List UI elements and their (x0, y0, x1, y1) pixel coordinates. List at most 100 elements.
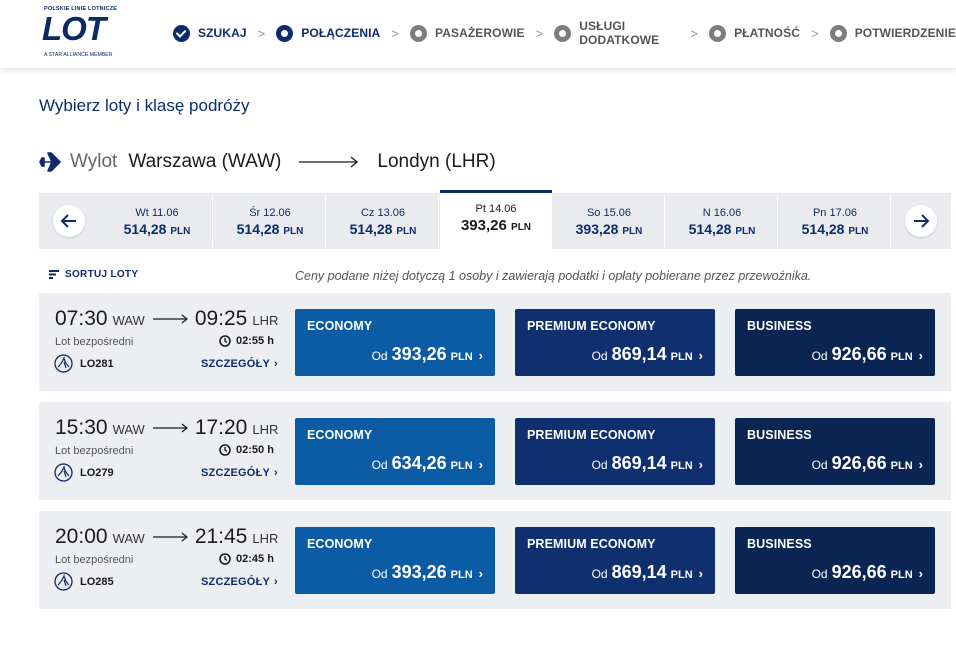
flight-details-link[interactable]: SZCZEGÓŁY › (201, 358, 278, 370)
chevron-right-icon: › (478, 348, 483, 363)
date-option[interactable]: N 16.06 514,28 PLN (666, 193, 778, 249)
date-option[interactable]: Cz 13.06 514,28 PLN (327, 193, 439, 249)
flight-details-link[interactable]: SZCZEGÓŁY › (201, 576, 278, 588)
date-price: 514,28 PLN (327, 221, 439, 237)
flight-duration: 02:45 h (219, 553, 274, 565)
fare-business-button[interactable]: BUSINESS Od 926,66 PLN › (735, 309, 935, 376)
date-option-selected[interactable]: Pt 14.06 393,26 PLN (440, 190, 552, 249)
date-option[interactable]: Pn 17.06 514,28 PLN (779, 193, 891, 249)
price-info-note: Ceny podane niżej dotyczą 1 osoby i zawi… (295, 269, 812, 283)
date-label: Śr 12.06 (249, 207, 291, 219)
clock-icon (219, 553, 231, 565)
fare-class: BUSINESS (747, 537, 812, 551)
fare-economy-button[interactable]: ECONOMY Od 393,26 PLN › (295, 309, 495, 376)
flight-number-value: LO281 (80, 357, 114, 370)
step-platnosc: PŁATNOŚĆ > (709, 24, 830, 42)
fare-amount: 634,26 (391, 453, 447, 473)
price-amount: 514,28 (688, 221, 732, 237)
step-label: POTWIERDZENIE (854, 26, 956, 40)
chevron-right-icon: › (698, 457, 703, 472)
fare-business-button[interactable]: BUSINESS Od 926,66 PLN › (735, 527, 935, 594)
fare-amount: 869,14 (611, 453, 667, 473)
route-header: Wylot Warszawa (WAW) Londyn (LHR) (38, 151, 496, 173)
date-selector: Wt 11.06 514,28 PLN Śr 12.06 514,28 PLN … (39, 190, 951, 249)
chevron-right-icon: › (274, 358, 278, 370)
direct-flight-label: Lot bezpośredni (55, 554, 134, 566)
date-option[interactable]: Wt 11.06 514,28 PLN (101, 193, 213, 249)
sort-icon (49, 270, 59, 279)
fare-price: Od 393,26 PLN › (372, 344, 483, 365)
fare-price: Od 393,26 PLN › (372, 562, 483, 583)
fare-premium-economy-button[interactable]: PREMIUM ECONOMY Od 869,14 PLN › (515, 527, 715, 594)
fare-class: BUSINESS (747, 428, 812, 442)
logo-bottom-text: A STAR ALLIANCE MEMBER (44, 52, 113, 58)
chevron-right-icon: › (918, 457, 923, 472)
departure-airport: WAW (112, 531, 145, 546)
flight-number-value: LO285 (80, 575, 114, 588)
date-label: Pt 14.06 (475, 203, 517, 215)
pending-step-icon (709, 24, 727, 42)
prev-dates-button[interactable] (53, 205, 85, 237)
step-polaczenia[interactable]: POŁĄCZENIA > (276, 24, 410, 42)
date-price: 393,26 PLN (440, 217, 552, 234)
fare-premium-economy-button[interactable]: PREMIUM ECONOMY Od 869,14 PLN › (515, 418, 715, 485)
fare-currency: PLN (890, 569, 913, 581)
duration-value: 02:45 h (236, 553, 274, 565)
route-label: Wylot (70, 151, 118, 172)
flight-row: 20:00 WAW 21:45 LHR Lot bezpośredni 02:4… (39, 511, 951, 609)
pending-step-icon (410, 24, 428, 42)
pending-step-icon (554, 24, 572, 42)
price-currency: PLN (283, 226, 304, 237)
clock-icon (219, 444, 231, 456)
departure-airport: WAW (112, 313, 145, 328)
chevron-right-icon: › (478, 457, 483, 472)
arrow-left-icon (60, 214, 76, 228)
step-szukaj[interactable]: SZUKAJ > (173, 24, 276, 42)
date-option[interactable]: Śr 12.06 514,28 PLN (214, 193, 326, 249)
flight-row: 15:30 WAW 17:20 LHR Lot bezpośredni 02:5… (39, 402, 951, 500)
fare-currency: PLN (890, 460, 913, 472)
fare-economy-button[interactable]: ECONOMY Od 634,26 PLN › (295, 418, 495, 485)
flight-number: LO279 (54, 463, 114, 482)
price-amount: 514,28 (236, 221, 280, 237)
step-label: PASAŻEROWIE (435, 26, 525, 40)
date-price: 514,28 PLN (779, 221, 891, 237)
flight-times: 07:30 WAW 09:25 LHR (55, 307, 278, 331)
departure-time: 15:30 (55, 416, 108, 439)
price-amount: 514,28 (123, 221, 167, 237)
arrival-airport: LHR (252, 313, 279, 328)
fare-price: Od 869,14 PLN › (592, 562, 703, 583)
arrow-right-icon (152, 423, 188, 433)
next-dates-button[interactable] (905, 205, 937, 237)
fare-prefix: Od (811, 458, 828, 472)
chevron-right-icon: › (478, 566, 483, 581)
step-label: PŁATNOŚĆ (734, 26, 800, 40)
fare-currency: PLN (890, 351, 913, 363)
fare-business-button[interactable]: BUSINESS Od 926,66 PLN › (735, 418, 935, 485)
duration-value: 02:55 h (236, 335, 274, 347)
details-label: SZCZEGÓŁY (201, 576, 271, 588)
current-step-icon (276, 24, 294, 42)
chevron-right-icon: > (690, 25, 699, 41)
lot-logo[interactable]: POLSKIE LINIE LOTNICZE LOT A STAR ALLIAN… (40, 6, 130, 62)
flight-details-link[interactable]: SZCZEGÓŁY › (201, 467, 278, 479)
arrival-airport: LHR (252, 422, 279, 437)
date-option[interactable]: So 15.06 393,28 PLN (553, 193, 665, 249)
flight-row: 07:30 WAW 09:25 LHR Lot bezpośredni 02:5… (39, 293, 951, 391)
fare-economy-button[interactable]: ECONOMY Od 393,26 PLN › (295, 527, 495, 594)
fare-amount: 926,66 (831, 453, 887, 473)
sort-flights-button[interactable]: SORTUJ LOTY (49, 269, 138, 280)
fare-price: Od 926,66 PLN › (812, 453, 923, 474)
route-destination: Londyn (LHR) (377, 151, 496, 172)
price-amount: 514,28 (349, 221, 393, 237)
chevron-right-icon: › (918, 566, 923, 581)
fare-amount: 869,14 (611, 344, 667, 364)
fare-amount: 869,14 (611, 562, 667, 582)
details-label: SZCZEGÓŁY (201, 358, 271, 370)
fare-currency: PLN (450, 460, 473, 472)
date-label: Cz 13.06 (360, 207, 406, 219)
departure-airport: WAW (112, 422, 145, 437)
fare-premium-economy-button[interactable]: PREMIUM ECONOMY Od 869,14 PLN › (515, 309, 715, 376)
logo-brand: LOT (42, 10, 106, 47)
price-currency: PLN (396, 226, 417, 237)
